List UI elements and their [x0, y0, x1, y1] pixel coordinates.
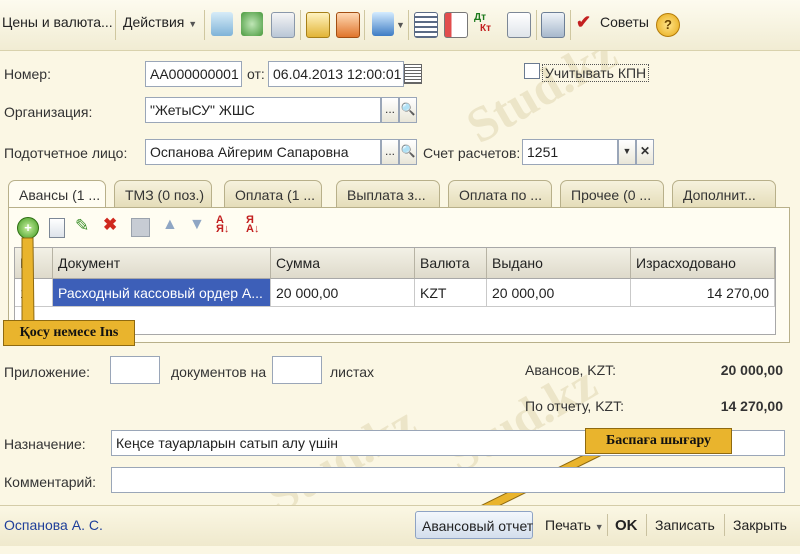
callout-arrow-add	[21, 237, 35, 326]
status-separator	[646, 514, 647, 536]
advances-total-label: Авансов, KZT:	[525, 362, 617, 378]
report-total-label: По отчету, KZT:	[525, 398, 624, 414]
attachment-label: Приложение:	[4, 364, 91, 380]
responsible-user-link[interactable]: Оспанова А. С.	[4, 517, 103, 533]
save-button[interactable]: Записать	[649, 511, 721, 539]
chevron-down-icon: ▼	[594, 522, 604, 532]
advances-total-value: 20 000,00	[720, 362, 783, 378]
sheets-label: листах	[330, 364, 375, 380]
callout-print: Баспаға шығару	[585, 428, 732, 454]
status-separator	[724, 514, 725, 536]
advance-report-button[interactable]: Авансовый отчет	[415, 511, 533, 539]
callout-add-or-ins: Қосу немесе Ins	[3, 320, 135, 346]
documents-on-label: документов на	[171, 364, 267, 380]
print-button-label: Печать	[545, 517, 591, 533]
status-separator	[607, 514, 608, 536]
report-total-value: 14 270,00	[720, 398, 783, 414]
print-button[interactable]: Печать ▼	[539, 511, 610, 539]
documents-count-field[interactable]	[110, 356, 160, 384]
purpose-label: Назначение:	[4, 436, 86, 452]
sheets-count-field[interactable]	[272, 356, 322, 384]
comment-field[interactable]	[111, 467, 785, 493]
comment-label: Комментарий:	[4, 474, 97, 490]
close-button[interactable]: Закрыть	[727, 511, 793, 539]
ok-button[interactable]: OK	[609, 511, 644, 539]
